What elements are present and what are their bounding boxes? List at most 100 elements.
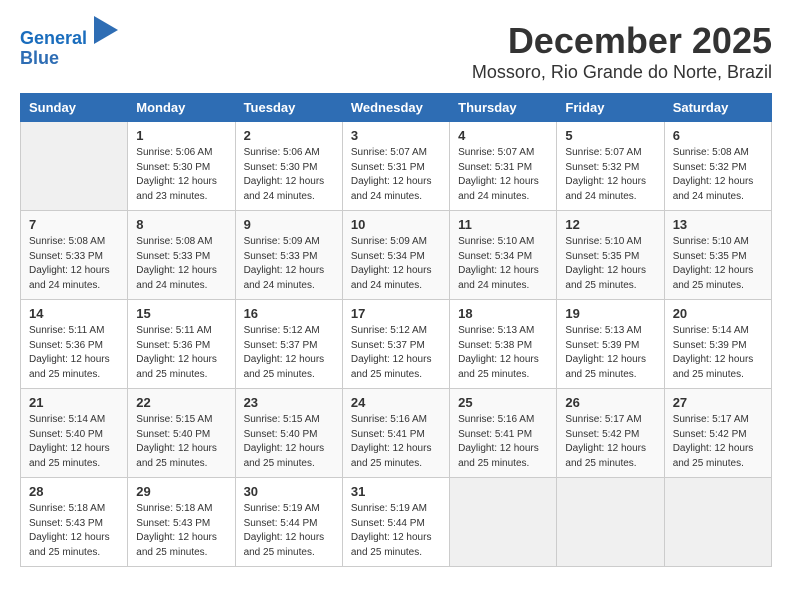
calendar-table: SundayMondayTuesdayWednesdayThursdayFrid… [20, 93, 772, 567]
day-number: 10 [351, 217, 441, 232]
calendar-cell: 21Sunrise: 5:14 AMSunset: 5:40 PMDayligh… [21, 389, 128, 478]
day-number: 11 [458, 217, 548, 232]
day-number: 7 [29, 217, 119, 232]
day-number: 5 [565, 128, 655, 143]
calendar-cell: 17 Sunrise: 5:12 AMSunset: 5:37 PMDayligh… [342, 300, 449, 389]
day-info: Sunrise: 5:17 AMSunset: 5:42 PMDaylight:… [565, 413, 655, 471]
month-title: December 2025 [472, 20, 772, 62]
calendar-cell [557, 478, 664, 567]
day-info: Sunrise: 5:09 AMSunset: 5:34 PMDaylight:… [351, 235, 441, 293]
calendar-cell: 31 Sunrise: 5:19 AMSunset: 5:44 PMDayligh… [342, 478, 449, 567]
calendar-cell [450, 478, 557, 567]
weekday-thursday: Thursday [450, 94, 557, 122]
logo: General Blue [20, 20, 118, 69]
week-row-4: 21Sunrise: 5:14 AMSunset: 5:40 PMDayligh… [21, 389, 772, 478]
calendar-cell: 5 Sunrise: 5:07 AMSunset: 5:32 PMDaylight… [557, 122, 664, 211]
weekday-sunday: Sunday [21, 94, 128, 122]
day-info: Sunrise: 5:10 AMSunset: 5:34 PMDaylight:… [458, 235, 548, 293]
calendar-cell: 22Sunrise: 5:15 AMSunset: 5:40 PMDayligh… [128, 389, 235, 478]
week-row-1: 1 Sunrise: 5:06 AMSunset: 5:30 PMDaylight… [21, 122, 772, 211]
week-row-5: 28 Sunrise: 5:18 AMSunset: 5:43 PMDayligh… [21, 478, 772, 567]
day-info: Sunrise: 5:16 AMSunset: 5:41 PMDaylight:… [351, 413, 441, 471]
day-info: Sunrise: 5:12 AMSunset: 5:37 PMDaylight:… [351, 324, 441, 382]
day-number: 27 [673, 395, 763, 410]
calendar-cell: 15 Sunrise: 5:11 AMSunset: 5:36 PMDayligh… [128, 300, 235, 389]
day-info: Sunrise: 5:15 AMSunset: 5:40 PMDaylight:… [244, 413, 334, 471]
day-info: Sunrise: 5:17 AMSunset: 5:42 PMDaylight:… [673, 413, 763, 471]
day-number: 24 [351, 395, 441, 410]
calendar-cell: 30Sunrise: 5:19 AMSunset: 5:44 PMDayligh… [235, 478, 342, 567]
day-info: Sunrise: 5:13 AMSunset: 5:39 PMDaylight:… [565, 324, 655, 382]
day-number: 16 [244, 306, 334, 321]
calendar-cell: 10 Sunrise: 5:09 AMSunset: 5:34 PMDayligh… [342, 211, 449, 300]
calendar-cell: 12 Sunrise: 5:10 AMSunset: 5:35 PMDayligh… [557, 211, 664, 300]
day-number: 14 [29, 306, 119, 321]
day-number: 18 [458, 306, 548, 321]
day-info: Sunrise: 5:06 AMSunset: 5:30 PMDaylight:… [136, 146, 226, 204]
day-info: Sunrise: 5:15 AMSunset: 5:40 PMDaylight:… [136, 413, 226, 471]
day-info: Sunrise: 5:07 AMSunset: 5:32 PMDaylight:… [565, 146, 655, 204]
day-info: Sunrise: 5:11 AMSunset: 5:36 PMDaylight:… [136, 324, 226, 382]
day-number: 4 [458, 128, 548, 143]
day-info: Sunrise: 5:18 AMSunset: 5:43 PMDaylight:… [136, 502, 226, 560]
week-row-2: 7 Sunrise: 5:08 AMSunset: 5:33 PMDaylight… [21, 211, 772, 300]
calendar-cell: 16 Sunrise: 5:12 AMSunset: 5:37 PMDayligh… [235, 300, 342, 389]
calendar-cell [664, 478, 771, 567]
day-info: Sunrise: 5:10 AMSunset: 5:35 PMDaylight:… [565, 235, 655, 293]
day-number: 1 [136, 128, 226, 143]
weekday-monday: Monday [128, 94, 235, 122]
day-number: 2 [244, 128, 334, 143]
calendar-cell [21, 122, 128, 211]
day-info: Sunrise: 5:16 AMSunset: 5:41 PMDaylight:… [458, 413, 548, 471]
weekday-header-row: SundayMondayTuesdayWednesdayThursdayFrid… [21, 94, 772, 122]
day-number: 12 [565, 217, 655, 232]
calendar-cell: 1 Sunrise: 5:06 AMSunset: 5:30 PMDaylight… [128, 122, 235, 211]
day-number: 29 [136, 484, 226, 499]
day-info: Sunrise: 5:08 AMSunset: 5:32 PMDaylight:… [673, 146, 763, 204]
day-number: 13 [673, 217, 763, 232]
day-info: Sunrise: 5:11 AMSunset: 5:36 PMDaylight:… [29, 324, 119, 382]
day-info: Sunrise: 5:07 AMSunset: 5:31 PMDaylight:… [351, 146, 441, 204]
day-number: 31 [351, 484, 441, 499]
calendar-cell: 8Sunrise: 5:08 AMSunset: 5:33 PMDaylight… [128, 211, 235, 300]
calendar-cell: 14 Sunrise: 5:11 AMSunset: 5:36 PMDayligh… [21, 300, 128, 389]
title-section: December 2025 Mossoro, Rio Grande do Nor… [472, 20, 772, 83]
calendar-cell: 25Sunrise: 5:16 AMSunset: 5:41 PMDayligh… [450, 389, 557, 478]
day-number: 26 [565, 395, 655, 410]
day-info: Sunrise: 5:06 AMSunset: 5:30 PMDaylight:… [244, 146, 334, 204]
day-info: Sunrise: 5:18 AMSunset: 5:43 PMDaylight:… [29, 502, 119, 560]
logo-blue: Blue [20, 48, 59, 68]
logo-text: General Blue [20, 20, 118, 69]
calendar-cell: 26 Sunrise: 5:17 AMSunset: 5:42 PMDayligh… [557, 389, 664, 478]
page-header: General Blue December 2025 Mossoro, Rio … [20, 20, 772, 83]
calendar-cell: 6Sunrise: 5:08 AMSunset: 5:32 PMDaylight… [664, 122, 771, 211]
weekday-tuesday: Tuesday [235, 94, 342, 122]
calendar-cell: 27 Sunrise: 5:17 AMSunset: 5:42 PMDayligh… [664, 389, 771, 478]
day-info: Sunrise: 5:14 AMSunset: 5:39 PMDaylight:… [673, 324, 763, 382]
calendar-cell: 29 Sunrise: 5:18 AMSunset: 5:43 PMDayligh… [128, 478, 235, 567]
calendar-cell: 11 Sunrise: 5:10 AMSunset: 5:34 PMDayligh… [450, 211, 557, 300]
calendar-cell: 13 Sunrise: 5:10 AMSunset: 5:35 PMDayligh… [664, 211, 771, 300]
day-number: 28 [29, 484, 119, 499]
day-info: Sunrise: 5:09 AMSunset: 5:33 PMDaylight:… [244, 235, 334, 293]
calendar-cell: 18 Sunrise: 5:13 AMSunset: 5:38 PMDayligh… [450, 300, 557, 389]
calendar-cell: 20 Sunrise: 5:14 AMSunset: 5:39 PMDayligh… [664, 300, 771, 389]
day-number: 9 [244, 217, 334, 232]
day-info: Sunrise: 5:12 AMSunset: 5:37 PMDaylight:… [244, 324, 334, 382]
day-info: Sunrise: 5:19 AMSunset: 5:44 PMDaylight:… [351, 502, 441, 560]
calendar-cell: 7Sunrise: 5:08 AMSunset: 5:33 PMDaylight… [21, 211, 128, 300]
calendar-cell: 3Sunrise: 5:07 AMSunset: 5:31 PMDaylight… [342, 122, 449, 211]
day-info: Sunrise: 5:13 AMSunset: 5:38 PMDaylight:… [458, 324, 548, 382]
day-number: 15 [136, 306, 226, 321]
calendar-cell: 28 Sunrise: 5:18 AMSunset: 5:43 PMDayligh… [21, 478, 128, 567]
day-number: 20 [673, 306, 763, 321]
calendar-cell: 9 Sunrise: 5:09 AMSunset: 5:33 PMDaylight… [235, 211, 342, 300]
day-info: Sunrise: 5:14 AMSunset: 5:40 PMDaylight:… [29, 413, 119, 471]
day-info: Sunrise: 5:08 AMSunset: 5:33 PMDaylight:… [136, 235, 226, 293]
day-number: 30 [244, 484, 334, 499]
day-info: Sunrise: 5:07 AMSunset: 5:31 PMDaylight:… [458, 146, 548, 204]
calendar-cell: 24 Sunrise: 5:16 AMSunset: 5:41 PMDayligh… [342, 389, 449, 478]
day-info: Sunrise: 5:10 AMSunset: 5:35 PMDaylight:… [673, 235, 763, 293]
logo-icon [94, 16, 118, 44]
day-number: 17 [351, 306, 441, 321]
